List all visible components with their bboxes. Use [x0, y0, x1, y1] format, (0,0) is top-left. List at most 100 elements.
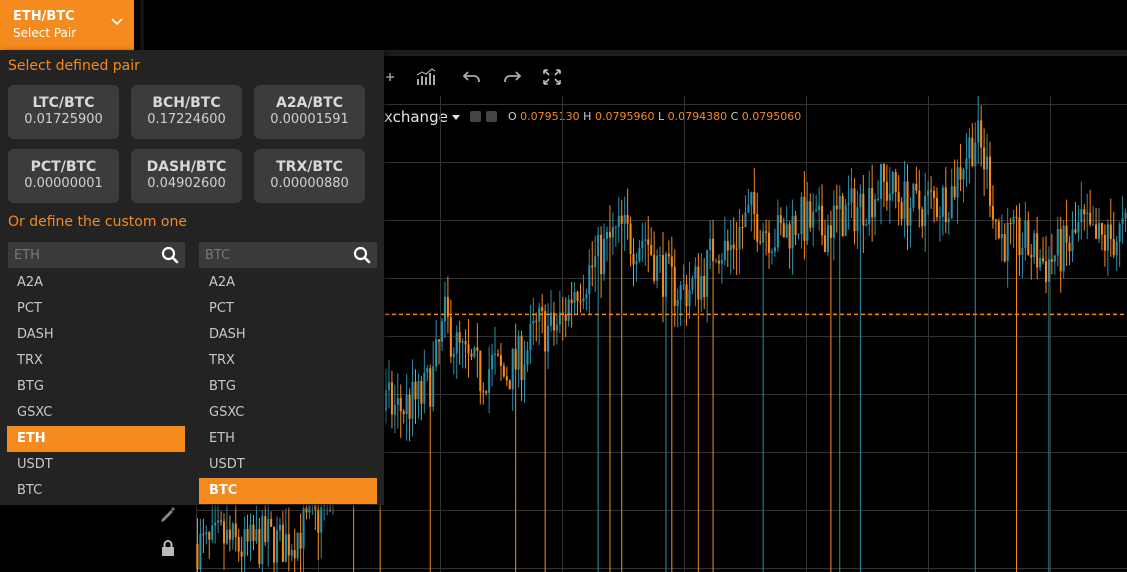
candle-body — [1056, 229, 1059, 256]
candle-body — [794, 215, 797, 235]
candle-body — [526, 350, 529, 365]
candle-body — [494, 353, 497, 355]
candle-body — [776, 215, 779, 248]
currency-option[interactable]: DASH — [7, 322, 185, 348]
candle-body — [299, 532, 302, 549]
currency-option[interactable]: GSXC — [7, 400, 185, 426]
candle-body — [726, 240, 729, 251]
candle-body — [387, 382, 391, 391]
candle-body — [278, 524, 281, 531]
candle-body — [800, 196, 803, 235]
candle-body — [809, 201, 812, 228]
candle-body — [273, 526, 276, 563]
candle-body — [264, 516, 267, 542]
currency-option[interactable]: PCT — [199, 296, 377, 322]
candle-body — [281, 524, 284, 562]
candle-body — [435, 339, 438, 367]
pair-card[interactable]: TRX/BTC 0.00000880 — [254, 149, 365, 203]
candle-body — [476, 347, 479, 351]
currency-option[interactable]: ETH — [199, 426, 377, 452]
candle-body — [499, 355, 502, 366]
candle-body — [252, 524, 255, 542]
candle-body — [461, 341, 464, 343]
candle-body — [205, 532, 208, 534]
candle-body — [1000, 234, 1003, 239]
candle-body — [753, 192, 756, 214]
candle-body — [1077, 222, 1080, 233]
fullscreen-icon[interactable] — [542, 68, 562, 86]
currency-option[interactable]: PCT — [7, 296, 185, 322]
candle-body — [891, 172, 894, 194]
candle-body — [997, 221, 1000, 239]
candle-body — [856, 207, 859, 232]
pair-selector-button[interactable]: ETH/BTC Select Pair — [0, 0, 134, 50]
candle-body — [1118, 224, 1121, 242]
candle-body — [741, 226, 744, 228]
candle-body — [196, 544, 199, 570]
candle-body — [302, 507, 305, 549]
candle-body — [877, 198, 880, 200]
candle-body — [202, 533, 205, 535]
currency-option[interactable]: USDT — [7, 452, 185, 478]
candle-body — [956, 167, 959, 198]
pair-card[interactable]: A2A/BTC 0.00001591 — [254, 85, 365, 139]
candle-body — [965, 158, 968, 170]
candle-body — [1097, 223, 1101, 239]
currency-option[interactable]: TRX — [199, 348, 377, 374]
search-icon[interactable] — [161, 246, 179, 264]
candle-body — [768, 232, 771, 253]
currency-option[interactable]: A2A — [7, 270, 185, 296]
candle-body — [835, 205, 838, 210]
candle-body — [882, 164, 885, 182]
pair-card[interactable]: BCH/BTC 0.17224600 — [131, 85, 242, 139]
candle-body — [408, 394, 411, 419]
currency-option[interactable]: ETH — [7, 426, 185, 452]
candle-body — [544, 311, 547, 352]
candle-body — [709, 238, 712, 251]
candle-body — [1100, 223, 1103, 235]
candle-body — [228, 529, 231, 540]
candle-body — [706, 250, 709, 298]
candle-body — [1083, 209, 1086, 215]
candle-body — [986, 156, 989, 170]
add-indicator-icon[interactable] — [384, 68, 404, 86]
currency-option[interactable]: A2A — [199, 270, 377, 296]
lock-icon[interactable] — [158, 538, 178, 558]
pencil-icon[interactable] — [158, 504, 178, 524]
currency-option[interactable]: BTC — [199, 478, 377, 504]
candle-body — [806, 201, 809, 241]
quote-search-input[interactable] — [205, 242, 345, 268]
currency-option[interactable]: BTC — [7, 478, 185, 504]
pair-card[interactable]: PCT/BTC 0.00000001 — [8, 149, 119, 203]
candle-body — [491, 354, 494, 370]
candle-body — [488, 369, 491, 393]
candle-body — [275, 530, 279, 563]
pair-card[interactable]: LTC/BTC 0.01725900 — [8, 85, 119, 139]
pair-card[interactable]: DASH/BTC 0.04902600 — [131, 149, 242, 203]
redo-icon[interactable] — [502, 68, 522, 86]
pair-card-name: LTC/BTC — [32, 95, 95, 111]
candle-body — [603, 238, 606, 275]
base-search-input[interactable] — [14, 242, 154, 268]
candle-body — [797, 234, 800, 236]
candle-body — [921, 209, 924, 227]
candle-body — [959, 167, 962, 180]
candle-body — [199, 533, 202, 570]
currency-option[interactable]: TRX — [7, 348, 185, 374]
indicators-icon[interactable] — [416, 68, 436, 86]
currency-option[interactable]: BTG — [199, 374, 377, 400]
candle-body — [267, 519, 270, 542]
currency-option[interactable]: BTG — [7, 374, 185, 400]
candle-body — [258, 529, 261, 564]
candle-body — [647, 239, 650, 245]
candle-body — [1030, 254, 1033, 258]
currency-option[interactable]: GSXC — [199, 400, 377, 426]
candle-body — [950, 186, 953, 219]
candle-body — [284, 534, 287, 562]
search-icon[interactable] — [353, 246, 371, 264]
currency-option[interactable]: USDT — [199, 452, 377, 478]
candle-body — [573, 291, 576, 304]
undo-icon[interactable] — [462, 68, 482, 86]
currency-option[interactable]: DASH — [199, 322, 377, 348]
candle-body — [785, 224, 788, 238]
